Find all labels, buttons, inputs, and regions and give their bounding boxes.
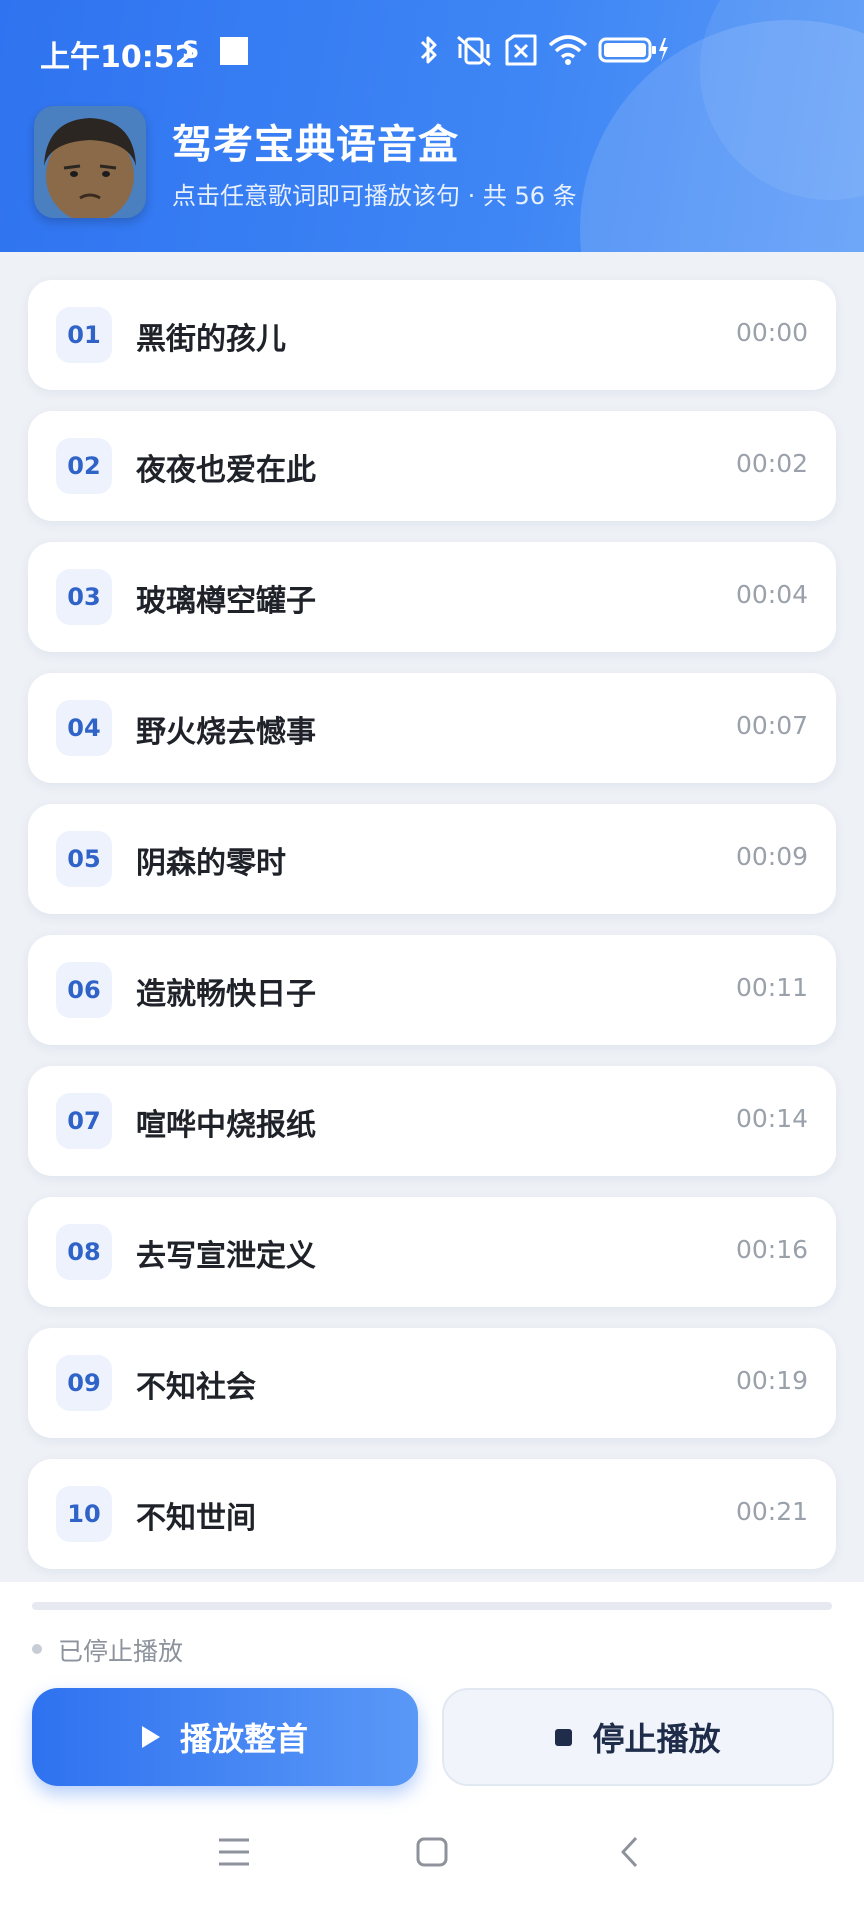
lyric-timestamp: 00:09 [735,842,808,871]
sim-icon: S [182,36,200,64]
bluetooth-icon [420,36,437,64]
play-all-button[interactable]: 播放整首 [32,1688,418,1786]
lyric-number: 01 [56,307,112,363]
playback-progress-bar[interactable] [32,1602,832,1610]
lyric-number: 05 [56,831,112,887]
lyric-text: 不知社会 [136,1370,256,1405]
avatar [34,106,146,218]
lyric-timestamp: 00:04 [735,580,808,609]
lyric-number: 10 [56,1486,112,1542]
status-dot-icon [32,1644,42,1654]
lyric-timestamp: 00:21 [735,1497,808,1526]
vibrate-off-icon [457,35,491,67]
status-time: 上午10:52 [40,40,196,75]
stop-label: 停止播放 [592,1720,721,1758]
home-icon[interactable] [416,1834,448,1870]
lyric-text: 玻璃樽空罐子 [136,584,316,619]
lyric-number: 04 [56,700,112,756]
lyric-row[interactable]: 06 造就畅快日子 00:11 [28,935,836,1045]
lyric-timestamp: 00:19 [735,1366,808,1395]
app-title-block: 驾考宝典语音盒 点击任意歌词即可播放该句 · 共 56 条 [34,106,834,220]
lyric-number: 02 [56,438,112,494]
app-header: 上午10:52 S 驾考宝典语音盒 点击任意歌词即可播放该句 · 共 56 条 [0,0,864,252]
lyric-number: 07 [56,1093,112,1149]
no-sim-icon [505,34,537,66]
lyric-number: 06 [56,962,112,1018]
lyric-number: 09 [56,1355,112,1411]
lyric-row[interactable]: 07 喧哗中烧报纸 00:14 [28,1066,836,1176]
lyric-text: 阴森的零时 [136,846,286,881]
lyric-number: 03 [56,569,112,625]
notification-square-icon [220,37,248,65]
system-nav-bar [0,1808,864,1920]
lyric-text: 造就畅快日子 [136,977,316,1012]
lyric-text: 去写宣泄定义 [136,1239,316,1274]
lyric-row[interactable]: 03 玻璃樽空罐子 00:04 [28,542,836,652]
lyric-timestamp: 00:00 [735,318,808,347]
status-bar: 上午10:52 S [0,0,864,100]
lyric-timestamp: 00:07 [735,711,808,740]
lyric-row[interactable]: 10 不知世间 00:21 [28,1459,836,1569]
back-icon[interactable] [618,1834,642,1870]
stop-button[interactable]: 停止播放 [442,1688,834,1786]
lyric-row[interactable]: 05 阴森的零时 00:09 [28,804,836,914]
lyric-timestamp: 00:11 [735,973,808,1002]
lyric-text: 喧哗中烧报纸 [136,1108,316,1143]
play-icon [141,1726,160,1748]
lyric-text: 夜夜也爱在此 [136,453,316,488]
battery-charging-icon [598,37,668,63]
play-all-label: 播放整首 [179,1720,308,1758]
lyric-number: 08 [56,1224,112,1280]
app-subtitle: 点击任意歌词即可播放该句 · 共 56 条 [172,182,577,210]
lyric-row[interactable]: 08 去写宣泄定义 00:16 [28,1197,836,1307]
playback-state-text: 已停止播放 [58,1637,184,1666]
lyric-timestamp: 00:14 [735,1104,808,1133]
wifi-icon [548,35,588,65]
lyric-row[interactable]: 04 野火烧去憾事 00:07 [28,673,836,783]
lyric-timestamp: 00:02 [735,449,808,478]
lyric-text: 野火烧去憾事 [136,715,316,750]
lyric-row[interactable]: 01 黑街的孩儿 00:00 [28,280,836,390]
menu-icon[interactable] [218,1834,250,1870]
lyric-row[interactable]: 09 不知社会 00:19 [28,1328,836,1438]
stop-icon [555,1728,573,1746]
lyric-text: 不知世间 [136,1501,256,1536]
avatar-face [34,106,146,218]
lyric-text: 黑街的孩儿 [136,322,286,357]
app-title: 驾考宝典语音盒 [172,122,459,168]
lyric-row[interactable]: 02 夜夜也爱在此 00:02 [28,411,836,521]
lyric-timestamp: 00:16 [735,1235,808,1264]
